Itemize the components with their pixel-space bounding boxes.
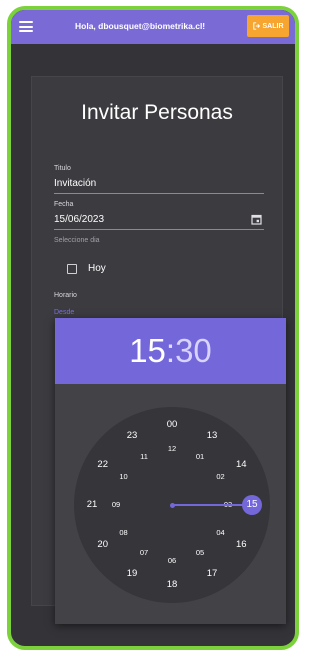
minute-display[interactable]: 30 [175, 332, 212, 370]
fecha-underline [54, 229, 264, 230]
clock-hour-05[interactable]: 05 [191, 547, 209, 559]
clock-center-dot [169, 502, 175, 508]
hoy-checkbox[interactable] [67, 264, 77, 274]
clock-hour-19[interactable]: 19 [123, 568, 141, 580]
clock-hour-00[interactable]: 00 [163, 419, 181, 431]
clock-hour-21[interactable]: 21 [83, 499, 101, 511]
clock-hour-12[interactable]: 12 [163, 443, 181, 455]
clock-hour-14[interactable]: 14 [232, 459, 250, 471]
clock-hour-22[interactable]: 22 [94, 459, 112, 471]
calendar-icon[interactable] [251, 214, 262, 225]
clock-hand [172, 504, 252, 506]
titulo-underline [54, 193, 264, 194]
fecha-label: Fecha [54, 201, 74, 208]
clock-hour-06[interactable]: 06 [163, 555, 181, 567]
logout-label: SALIR [262, 22, 284, 30]
time-separator: : [165, 332, 176, 369]
clock-hour-08[interactable]: 08 [115, 527, 133, 539]
clock-hour-02[interactable]: 02 [211, 471, 229, 483]
clock-hour-04[interactable]: 04 [211, 527, 229, 539]
clock-dial[interactable]: 1201020304050607080910110013141516171819… [74, 407, 270, 603]
clock-hour-01[interactable]: 01 [191, 451, 209, 463]
clock-hour-10[interactable]: 10 [115, 471, 133, 483]
logout-button[interactable]: SALIR [247, 15, 289, 37]
selected-hour-15[interactable]: 15 [242, 495, 262, 515]
hoy-label: Hoy [88, 263, 106, 274]
clock-hour-11[interactable]: 11 [135, 451, 153, 463]
app-bar: Hola, dbousquet@biometrika.cl! SALIR [11, 10, 295, 44]
clock-hour-18[interactable]: 18 [163, 579, 181, 591]
clock-hour-23[interactable]: 23 [123, 430, 141, 442]
clock-hour-16[interactable]: 16 [232, 539, 250, 551]
horario-label: Horario [54, 292, 77, 299]
greeting-text: Hola, dbousquet@biometrika.cl! [75, 21, 206, 31]
clock-hour-20[interactable]: 20 [94, 539, 112, 551]
menu-icon[interactable] [19, 21, 33, 32]
logout-icon [252, 22, 260, 30]
titulo-input[interactable]: Invitación [54, 178, 96, 189]
dia-label: Seleccione dia [54, 237, 100, 244]
time-display: 15:30 [55, 318, 286, 384]
titulo-label: Titulo [54, 165, 71, 172]
clock-hour-17[interactable]: 17 [203, 568, 221, 580]
time-picker-dialog: 15:30 1201020304050607080910110013141516… [55, 318, 286, 624]
clock-hour-07[interactable]: 07 [135, 547, 153, 559]
fecha-input[interactable]: 15/06/2023 [54, 214, 104, 225]
clock-hour-09[interactable]: 09 [107, 499, 125, 511]
desde-label: Desde [54, 309, 75, 316]
clock-hour-13[interactable]: 13 [203, 430, 221, 442]
hour-display[interactable]: 15 [129, 332, 166, 370]
phone-frame: Hola, dbousquet@biometrika.cl! SALIR Inv… [7, 6, 299, 650]
page-title: Invitar Personas [81, 101, 233, 124]
